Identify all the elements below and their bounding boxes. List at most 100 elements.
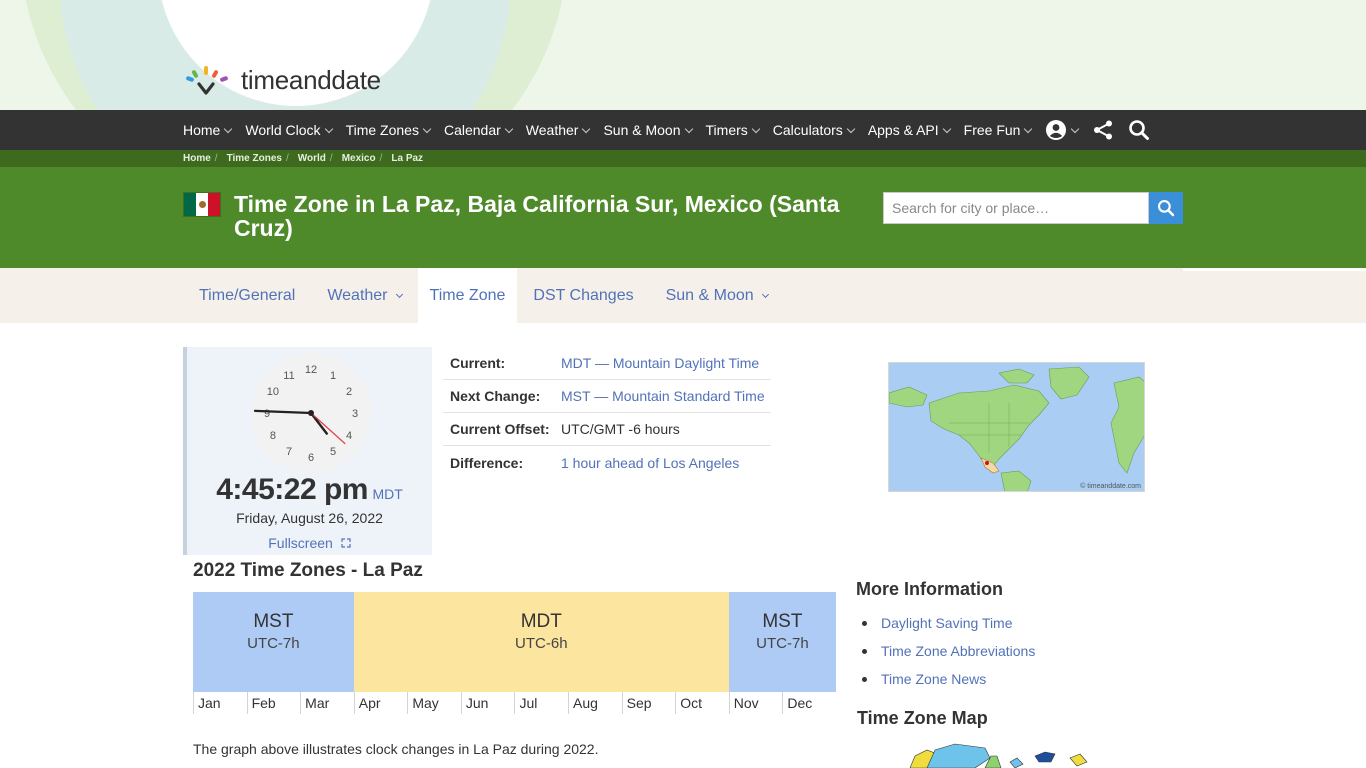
more-info-list: Daylight Saving Time Time Zone Abbreviat… (862, 609, 1035, 693)
segment-abbr: MST (253, 611, 294, 632)
share-button[interactable] (1092, 119, 1114, 141)
search-input[interactable] (883, 192, 1149, 224)
tab-weather[interactable]: Weather (311, 268, 417, 323)
location-map[interactable]: © timeanddate.com (888, 362, 1145, 492)
nav-item-calendar[interactable]: Calendar (443, 122, 514, 138)
tab-time-zone[interactable]: Time Zone (417, 268, 518, 323)
segment-offset: UTC-7h (756, 635, 809, 652)
fullscreen-link[interactable]: Fullscreen (187, 535, 432, 551)
next-change-link[interactable]: MST — Mountain Standard Time (561, 388, 765, 404)
search-icon (1129, 120, 1150, 140)
month-label: Aug (568, 692, 622, 714)
nav-item-free-fun[interactable]: Free Fun (964, 122, 1033, 138)
clock-numeral: 1 (330, 370, 336, 382)
timeline-title: 2022 Time Zones - La Paz (193, 560, 423, 581)
clock-numeral: 8 (270, 430, 276, 442)
timeline-caption: The graph above illustrates clock change… (193, 741, 599, 757)
current-tz-link[interactable]: MDT — Mountain Daylight Time (561, 355, 759, 371)
current-offset-value: UTC/GMT -6 hours (561, 421, 680, 437)
chevron-down-icon (324, 124, 333, 133)
logo-wordmark: timeanddate (241, 64, 381, 95)
page-title-band: Time Zone in La Paz, Baja California Sur… (0, 167, 1366, 268)
month-label: Jun (460, 692, 515, 714)
info-key: Current: (450, 355, 506, 371)
more-info-link-news[interactable]: Time Zone News (862, 665, 1035, 693)
month-label: Mar (300, 692, 354, 714)
chevron-down-icon (422, 124, 432, 133)
nav-item-label: Weather (525, 122, 579, 138)
tab-label: Time Zone (429, 286, 506, 304)
timeline-segment-mst: MST UTC-7h (193, 592, 354, 692)
month-label: Dec (782, 692, 836, 714)
page-title: Time Zone in La Paz, Baja California Sur… (234, 191, 840, 241)
breadcrumb-separator: / (285, 153, 289, 164)
account-menu-button[interactable] (1045, 119, 1080, 141)
chevron-down-icon (224, 124, 233, 133)
clock-numeral: 9 (264, 408, 270, 420)
nav-item-world-clock[interactable]: World Clock (245, 122, 333, 138)
current-time: 4:45:22 pm (216, 473, 368, 506)
table-row: Difference: 1 hour ahead of Los Angeles (443, 446, 771, 479)
month-label: Nov (728, 692, 783, 714)
nav-item-home[interactable]: Home (183, 122, 233, 138)
chevron-down-icon (582, 124, 591, 133)
segment-offset: UTC-6h (515, 635, 568, 652)
place-search (883, 192, 1183, 224)
nav-item-label: Calendar (443, 122, 501, 138)
clock-numeral: 5 (330, 446, 336, 458)
breadcrumb-separator: / (379, 153, 383, 164)
nav-item-sun-moon[interactable]: Sun & Moon (603, 122, 693, 138)
current-date: Friday, August 26, 2022 (236, 510, 383, 526)
nav-item-weather[interactable]: Weather (525, 122, 591, 138)
tab-dst-changes[interactable]: DST Changes (517, 268, 649, 323)
time-zone-map[interactable] (905, 742, 1095, 768)
nav-item-calculators[interactable]: Calculators (773, 122, 856, 138)
section-tabs: Time/General Weather Time Zone DST Chang… (0, 268, 1366, 323)
info-key: Next Change: (450, 388, 541, 404)
clock-numeral: 10 (267, 386, 279, 398)
breadcrumb-home[interactable]: Home (183, 153, 211, 164)
more-info-link-abbreviations[interactable]: Time Zone Abbreviations (862, 637, 1035, 665)
breadcrumb-time-zones[interactable]: Time Zones (227, 153, 282, 164)
time-zone-map-image (909, 743, 1088, 768)
difference-link[interactable]: 1 hour ahead of Los Angeles (561, 455, 739, 471)
site-search-button[interactable] (1128, 119, 1150, 141)
clock-numeral: 2 (346, 386, 352, 398)
tab-label: Weather (327, 286, 388, 304)
breadcrumb-world[interactable]: World (298, 153, 326, 164)
month-label: Jan (193, 692, 247, 714)
account-icon (1046, 120, 1067, 140)
nav-item-time-zones[interactable]: Time Zones (346, 122, 432, 138)
clock-numeral: 12 (305, 364, 317, 376)
tab-sun-moon[interactable]: Sun & Moon (650, 268, 784, 323)
info-key: Difference: (450, 454, 524, 471)
more-info-link-dst[interactable]: Daylight Saving Time (862, 609, 1035, 637)
main-nav: Home World Clock Time Zones Calendar Wea… (0, 110, 1366, 150)
chevron-down-icon (504, 124, 514, 133)
breadcrumb-mexico[interactable]: Mexico (342, 153, 376, 164)
tab-label: DST Changes (533, 286, 634, 304)
segment-offset: UTC-7h (247, 635, 300, 652)
timezone-info-table: Current: MDT — Mountain Daylight Time Ne… (443, 347, 771, 479)
map-credit: © timeanddate.com (1080, 483, 1141, 490)
more-info-title: More Information (856, 579, 1003, 599)
breadcrumb-separator: / (214, 153, 218, 164)
chevron-down-icon (942, 124, 951, 133)
nav-item-timers[interactable]: Timers (706, 122, 761, 138)
month-label: Jul (514, 692, 568, 714)
world-map-image (889, 366, 1144, 491)
chevron-down-icon (395, 290, 403, 298)
segment-abbr: MDT (520, 611, 562, 632)
breadcrumb: Home / Time Zones / World / Mexico / La Paz (0, 150, 1366, 167)
clock-numeral: 3 (352, 408, 358, 420)
nav-item-apps-api[interactable]: Apps & API (868, 122, 951, 138)
site-logo[interactable]: timeanddate (183, 63, 381, 97)
search-button[interactable] (1149, 192, 1183, 224)
current-tz-abbr[interactable]: MDT (372, 486, 402, 502)
clock-numeral: 7 (286, 446, 292, 458)
nav-item-label: Sun & Moon (603, 122, 681, 138)
month-label: Oct (675, 692, 729, 714)
fullscreen-icon (341, 538, 351, 548)
tab-time-general[interactable]: Time/General (183, 268, 311, 323)
digital-clock: 4:45:22 pm MDT (187, 473, 432, 507)
